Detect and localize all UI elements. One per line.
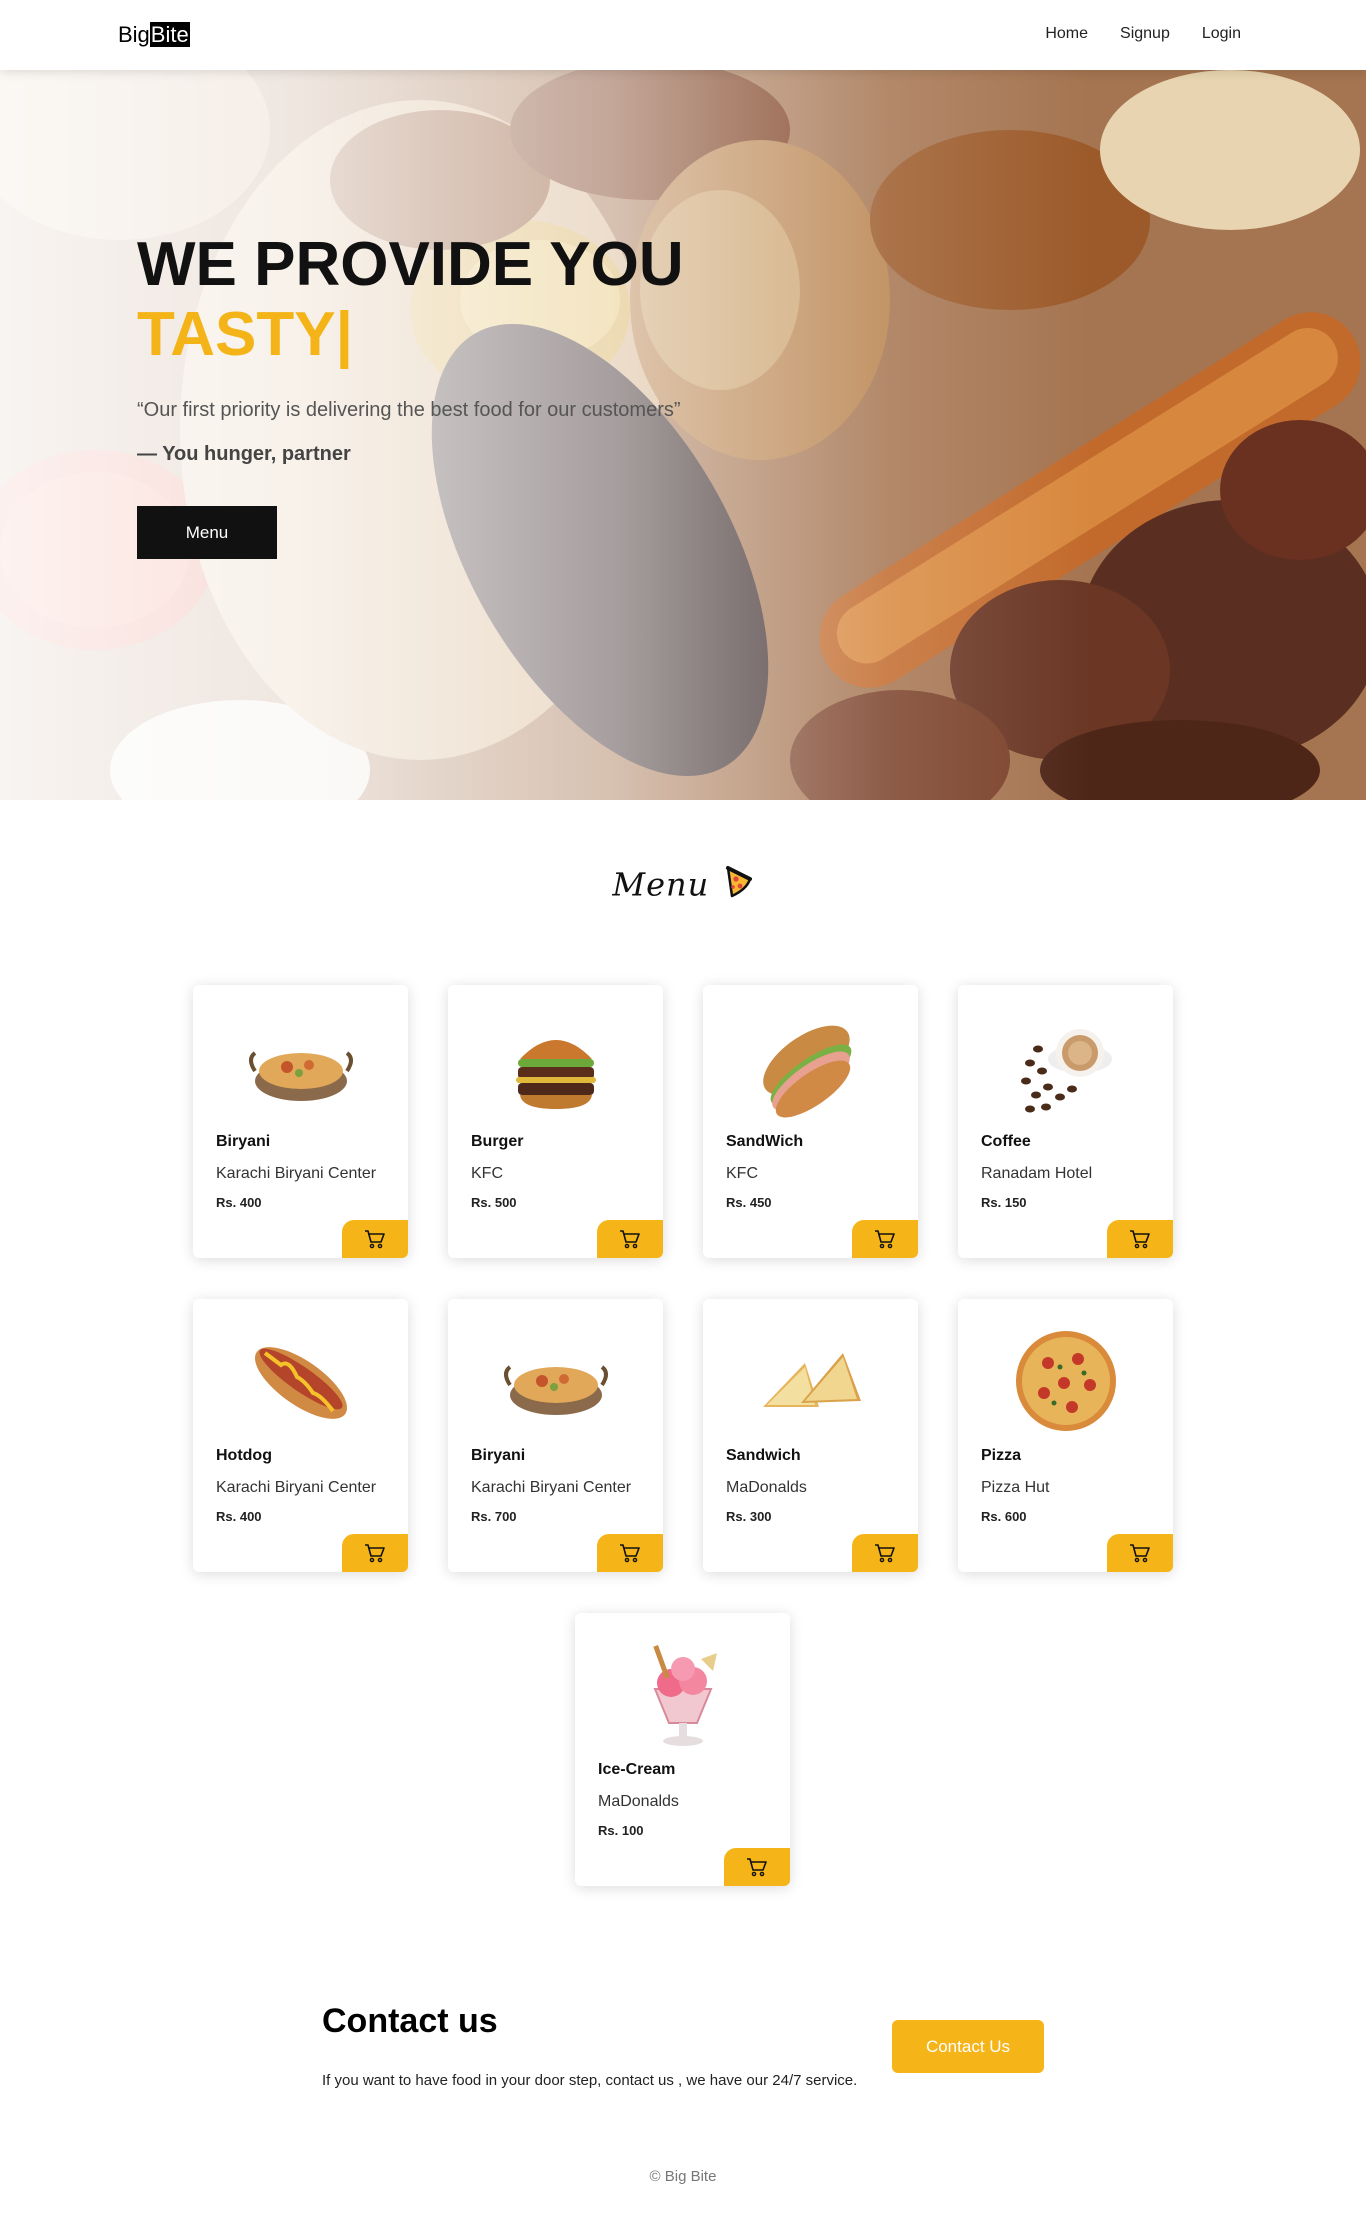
food-name: SandWich <box>726 1133 804 1150</box>
add-to-cart-button[interactable] <box>852 1220 918 1258</box>
contact-title: Contact us <box>322 2002 498 2040</box>
nav-links: Home Signup Login <box>1045 24 1241 44</box>
shop-name: MaDonalds <box>726 1479 807 1496</box>
brand-logo[interactable]: BigBite <box>118 22 190 48</box>
food-price: Rs. 400 <box>216 1195 262 1210</box>
food-name: Ice-Cream <box>598 1761 676 1778</box>
food-name: Biryani <box>471 1447 526 1464</box>
food-image-biryani <box>243 1009 359 1125</box>
food-image-triangle-sandwich <box>753 1323 869 1439</box>
nav-link-home[interactable]: Home <box>1045 24 1088 44</box>
contact-us-button[interactable]: Contact Us <box>892 2020 1044 2073</box>
shop-name: Karachi Biryani Center <box>216 1165 377 1182</box>
cart-icon <box>875 1544 895 1563</box>
add-to-cart-button[interactable] <box>597 1220 663 1258</box>
food-image-pizza <box>1008 1323 1124 1439</box>
hero-content: WE PROVIDE YOU TASTY| “Our first priorit… <box>137 230 684 559</box>
menu-card: Coffee Ranadam Hotel Rs. 150 <box>958 985 1173 1258</box>
food-image-coffee <box>1008 1009 1124 1125</box>
nav-link-login[interactable]: Login <box>1202 24 1241 44</box>
hero-quote: “Our first priority is delivering the be… <box>137 399 681 421</box>
cart-icon <box>875 1230 895 1249</box>
cart-icon <box>365 1230 385 1249</box>
add-to-cart-button[interactable] <box>724 1848 790 1886</box>
menu-heading-text: Menu <box>612 865 710 904</box>
food-image-ice-cream <box>625 1637 741 1753</box>
food-price: Rs. 450 <box>726 1195 772 1210</box>
add-to-cart-button[interactable] <box>1107 1534 1173 1572</box>
food-price: Rs. 600 <box>981 1509 1027 1524</box>
hero-title-accent: TASTY| <box>137 300 353 369</box>
pizza-slice-icon <box>724 865 754 904</box>
menu-card: Burger KFC Rs. 500 <box>448 985 663 1258</box>
brand-part2: Bite <box>149 22 190 47</box>
add-to-cart-button[interactable] <box>852 1534 918 1572</box>
shop-name: MaDonalds <box>598 1793 679 1810</box>
menu-button[interactable]: Menu <box>137 506 277 559</box>
add-to-cart-button[interactable] <box>342 1220 408 1258</box>
shop-name: Karachi Biryani Center <box>216 1479 377 1496</box>
add-to-cart-button[interactable] <box>342 1534 408 1572</box>
food-image-burger <box>498 1009 614 1125</box>
menu-card: Biryani Karachi Biryani Center Rs. 400 <box>193 985 408 1258</box>
brand-part1: Big <box>118 22 150 47</box>
hero-attribution: — You hunger, partner <box>137 443 351 465</box>
shop-name: Ranadam Hotel <box>981 1165 1093 1182</box>
menu-card: Pizza Pizza Hut Rs. 600 <box>958 1299 1173 1572</box>
cart-icon <box>620 1230 640 1249</box>
food-image-sub-sandwich <box>753 1009 869 1125</box>
food-name: Pizza <box>981 1447 1022 1464</box>
food-price: Rs. 100 <box>598 1823 644 1838</box>
shop-name: Pizza Hut <box>981 1479 1050 1496</box>
shop-name: KFC <box>726 1165 758 1182</box>
cart-icon <box>1130 1230 1150 1249</box>
food-price: Rs. 500 <box>471 1195 517 1210</box>
footer-copyright: © Big Bite <box>649 2168 717 2185</box>
hero-title: WE PROVIDE YOU <box>137 230 684 299</box>
food-image-hotdog <box>243 1323 359 1439</box>
contact-text: If you want to have food in your door st… <box>322 2072 858 2089</box>
food-price: Rs. 400 <box>216 1509 262 1524</box>
cart-icon <box>1130 1544 1150 1563</box>
cart-icon <box>747 1858 767 1877</box>
navbar: BigBite Home Signup Login <box>0 0 1366 70</box>
shop-name: Karachi Biryani Center <box>471 1479 632 1496</box>
nav-link-signup[interactable]: Signup <box>1120 24 1170 44</box>
menu-heading: Menu <box>0 865 1366 904</box>
cart-icon <box>365 1544 385 1563</box>
food-price: Rs. 700 <box>471 1509 517 1524</box>
food-name: Sandwich <box>726 1447 801 1464</box>
add-to-cart-button[interactable] <box>1107 1220 1173 1258</box>
menu-card: Hotdog Karachi Biryani Center Rs. 400 <box>193 1299 408 1572</box>
menu-card: Biryani Karachi Biryani Center Rs. 700 <box>448 1299 663 1572</box>
menu-card: SandWich KFC Rs. 450 <box>703 985 918 1258</box>
shop-name: KFC <box>471 1165 503 1182</box>
food-price: Rs. 300 <box>726 1509 772 1524</box>
food-price: Rs. 150 <box>981 1195 1027 1210</box>
cart-icon <box>620 1544 640 1563</box>
food-image-biryani <box>498 1323 614 1439</box>
food-name: Coffee <box>981 1133 1031 1150</box>
add-to-cart-button[interactable] <box>597 1534 663 1572</box>
hero-section: WE PROVIDE YOU TASTY| “Our first priorit… <box>0 70 1366 800</box>
food-name: Biryani <box>216 1133 271 1150</box>
menu-card: Sandwich MaDonalds Rs. 300 <box>703 1299 918 1572</box>
menu-card: Ice-Cream MaDonalds Rs. 100 <box>575 1613 790 1886</box>
food-name: Hotdog <box>216 1447 272 1464</box>
food-name: Burger <box>471 1133 524 1150</box>
